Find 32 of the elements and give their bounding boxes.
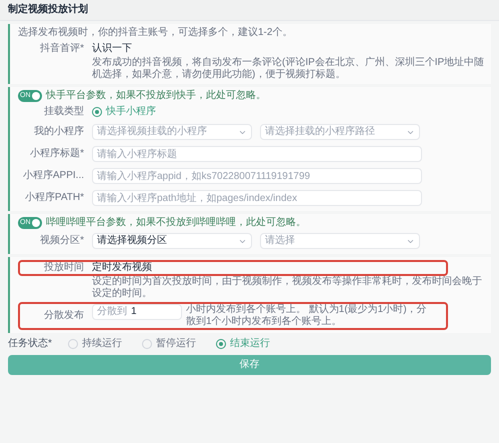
radio-option[interactable]: 持续运行 — [68, 338, 122, 350]
field-label: 任务状态* — [8, 338, 53, 350]
field-label: 小程序标题* — [29, 148, 85, 160]
field-label: 抖音首评* — [39, 43, 85, 55]
input-field[interactable]: 请输入小程序标题 — [92, 146, 422, 162]
field-value: 定时发布视频 — [92, 262, 152, 274]
save-button[interactable]: 保存 — [8, 355, 491, 375]
field-note: 设定的时间为首次投放时间，由于视频制作，视频发布等操作非常耗时，发布时间会晚于设定的时间。 — [92, 276, 483, 300]
field-label: 小程序PATH* — [24, 192, 85, 204]
field-label: 分散发布 — [43, 310, 85, 322]
split-hint: 小时内发布到各个账号上。 默认为1(最少为1小时)，分散到1个小时内发布到各个账号上。 — [186, 304, 428, 328]
field-label: 挂载类型 — [43, 106, 85, 118]
split-input-field[interactable]: 分散到 1 — [92, 304, 182, 320]
select-field[interactable]: 请选择 — [260, 233, 420, 249]
field-label: 视频分区* — [39, 235, 85, 247]
field-label: 投放时间 — [43, 262, 85, 274]
select-field[interactable]: 请选择视频分区 — [92, 233, 252, 249]
field-label: 小程序APPI... — [22, 170, 85, 182]
radio-option[interactable]: 结束运行 — [216, 338, 270, 350]
select-field[interactable]: 请选择挂载的小程序路径 — [260, 124, 420, 140]
input-field[interactable]: 请输入小程序appid，如ks702280071119191799 — [92, 168, 422, 184]
section-hint: 选择发布视频时，你的抖音主账号，可选择多个，建议1-2个。 — [18, 27, 294, 39]
field-value: 认识一下 — [92, 43, 132, 55]
radio-option[interactable]: 暂停运行 — [142, 338, 196, 350]
field-note: 发布成功的抖音视频，将自动发布一条评论(评论IP会在北京、广州、深圳三个IP地址中随机选择，如果介意，请勿使用此功能)，便于视频打标题。 — [92, 57, 486, 81]
radio-option[interactable]: 快手小程序 — [92, 106, 156, 118]
input-field[interactable]: 请输入小程序path地址，如pages/index/index — [92, 190, 422, 206]
toggle-label: 快手平台参数，如果不投放到快手，此处可忽略。 — [46, 90, 266, 102]
page-title: 制定视频投放计划 — [0, 0, 499, 21]
select-field[interactable]: 请选择视频挂载的小程序 — [92, 124, 252, 140]
field-label: 我的小程序 — [33, 126, 85, 138]
toggle-label: 哔哩哔哩平台参数，如果不投放到哔哩哔哩，此处可忽略。 — [46, 217, 306, 229]
